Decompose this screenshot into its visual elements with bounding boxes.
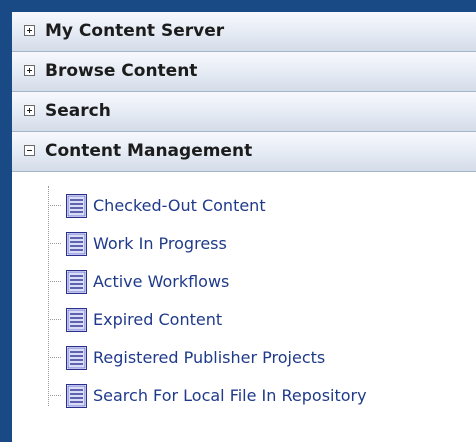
section-my-content-server[interactable]: My Content Server (12, 12, 476, 52)
tree-item-expired-content[interactable]: Expired Content (36, 300, 466, 338)
tree-item-work-in-progress[interactable]: Work In Progress (36, 224, 466, 262)
section-title: Search (45, 101, 111, 121)
tree-item-active-workflows[interactable]: Active Workflows (36, 262, 466, 300)
collapse-minus-icon[interactable] (24, 145, 35, 156)
document-icon (66, 194, 87, 218)
item-label[interactable]: Registered Publisher Projects (93, 348, 325, 367)
tree-branch-line (48, 357, 61, 358)
navigation-tray: My Content Server Browse Content Search … (12, 12, 476, 442)
section-title: My Content Server (45, 21, 225, 41)
expand-plus-icon[interactable] (24, 25, 35, 36)
tree-branch-line (48, 319, 61, 320)
section-title: Browse Content (45, 61, 198, 81)
item-label[interactable]: Active Workflows (93, 272, 229, 291)
tree-branch-line (48, 243, 61, 244)
document-icon (66, 270, 87, 294)
section-content-management[interactable]: Content Management (12, 132, 476, 172)
tree-item-registered-publisher-projects[interactable]: Registered Publisher Projects (36, 338, 466, 376)
tree-branch-line (48, 281, 61, 282)
expand-plus-icon[interactable] (24, 65, 35, 76)
document-icon (66, 232, 87, 256)
item-label[interactable]: Expired Content (93, 310, 222, 329)
document-icon (66, 384, 87, 408)
document-icon (66, 308, 87, 332)
expand-plus-icon[interactable] (24, 105, 35, 116)
tree-branch-line (48, 395, 61, 396)
item-label[interactable]: Search For Local File In Repository (93, 386, 367, 405)
tree-item-checked-out-content[interactable]: Checked-Out Content (36, 186, 466, 224)
document-icon (66, 346, 87, 370)
section-search[interactable]: Search (12, 92, 476, 132)
section-title: Content Management (45, 141, 253, 161)
tree-branch-line (48, 205, 61, 206)
section-browse-content[interactable]: Browse Content (12, 52, 476, 92)
tree-item-search-for-local-file-in-repository[interactable]: Search For Local File In Repository (36, 376, 466, 414)
item-label[interactable]: Work In Progress (93, 234, 227, 253)
item-label[interactable]: Checked-Out Content (93, 196, 266, 215)
